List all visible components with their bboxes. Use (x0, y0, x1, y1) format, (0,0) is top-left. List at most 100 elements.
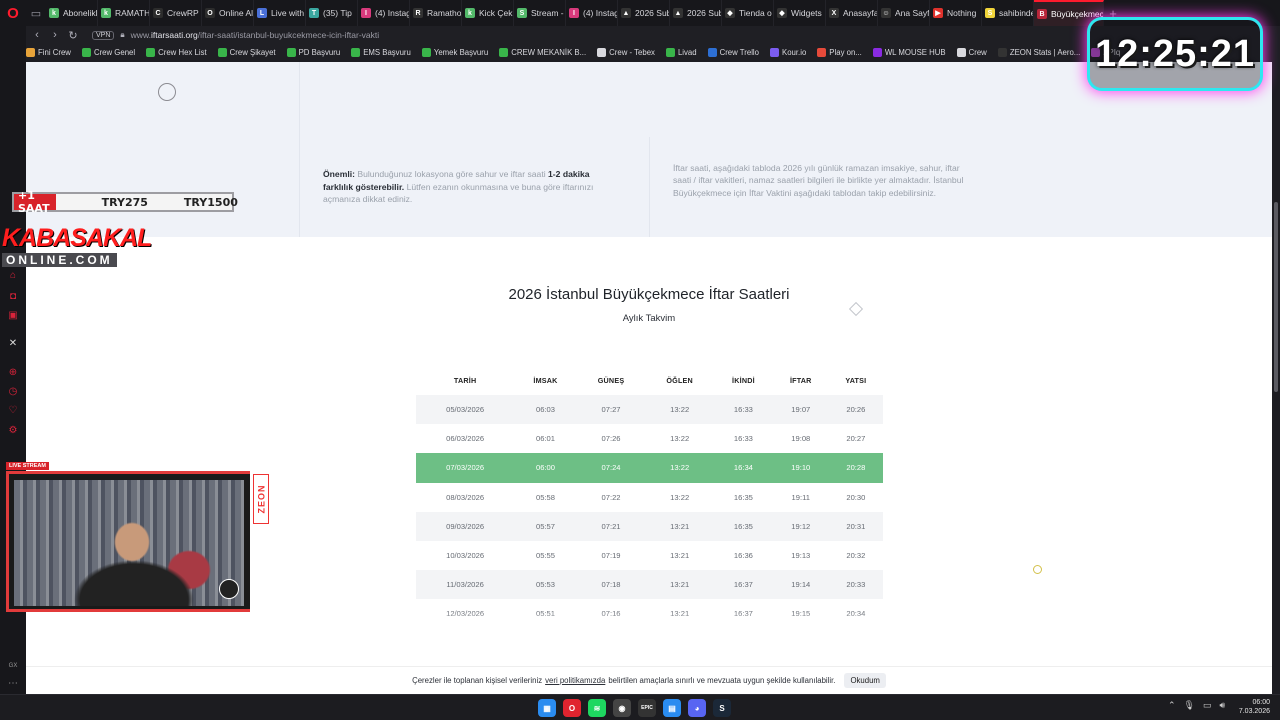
bookmark-label: Kour.io (782, 47, 807, 57)
table-cell: 06/03/2026 (446, 434, 485, 444)
url-domain: iftarsaati.org (150, 30, 198, 40)
settings-icon[interactable]: ⚙ (7, 425, 19, 437)
description-text: İftar saati, aşağıdaki tabloda 2026 yılı… (673, 163, 964, 198)
add-icon[interactable]: ⊕ (7, 367, 19, 379)
table-cell: 05:57 (514, 511, 577, 541)
bookmark-item[interactable]: ZEON Stats | Aero... (997, 47, 1080, 57)
browser-tab[interactable]: L Live with (254, 0, 306, 26)
bookmark-label: Crew (968, 47, 987, 57)
browser-tab[interactable]: k Abonelikl (46, 0, 98, 26)
url-field[interactable]: www.iftarsaati.org/iftar-saati/istanbul-… (131, 30, 380, 40)
messenger-icon[interactable]: ◘ (7, 291, 19, 303)
table-cell: 11/03/2026 (416, 570, 515, 600)
more-icon[interactable]: ⋯ (7, 678, 19, 690)
history-icon[interactable]: ◷ (7, 386, 19, 398)
page-scrollbar[interactable] (1272, 62, 1280, 694)
bookmark-item[interactable]: Play on... (817, 47, 862, 57)
browser-tab[interactable]: ☺ Ana Sayfa (878, 0, 930, 26)
table-cell: 16:33 (714, 395, 773, 425)
browser-tab[interactable]: ◆ Tienda o (722, 0, 774, 26)
table-header: TARİH İMSAK GÜNEŞ ÖĞLEN İKİNDİ İFTAR YATSI (416, 365, 883, 395)
taskbar-clock[interactable]: 06:00 7.03.2026 (1236, 698, 1270, 716)
tab-favicon-icon: ◆ (777, 8, 787, 18)
taskbar-app-icon[interactable]: O (563, 699, 581, 717)
table-cell: 07:27 (576, 395, 646, 425)
network-icon[interactable]: ▭ (1203, 700, 1212, 711)
browser-tab[interactable]: R Ramatho (410, 0, 462, 26)
tab-label: Widgets (791, 8, 822, 18)
instagram-icon[interactable]: ▣ (7, 310, 19, 322)
bookmark-item[interactable]: PD Başvuru (286, 47, 340, 57)
browser-tab[interactable]: ▲ 2026 Sub (618, 0, 670, 26)
browser-tab[interactable]: X Anasayfa (826, 0, 878, 26)
table-cell: 20:30 (846, 492, 866, 502)
bookmark-item[interactable]: Crew Hex List (146, 47, 207, 57)
table-cell: 13:21 (645, 511, 714, 541)
browser-tab[interactable]: I (4) Instag (358, 0, 410, 26)
table-cell: 13:21 (670, 551, 690, 561)
home-icon[interactable]: ⌂ (7, 270, 19, 282)
browser-tab[interactable]: T (35) Tip (306, 0, 358, 26)
taskbar-app-icon[interactable]: S (713, 699, 731, 717)
lock-icon[interactable]: 🔒︎ (120, 30, 124, 40)
cookie-accept-button[interactable]: Okudum (844, 673, 886, 688)
taskbar-app-icon[interactable]: ◉ (613, 699, 631, 717)
cookie-policy-link[interactable]: veri politikamızda (545, 676, 605, 685)
bookmark-item[interactable]: Livad (665, 47, 697, 57)
heart-icon[interactable]: ♡ (7, 405, 19, 417)
browser-tab[interactable]: ▲ 2026 Sub (670, 0, 722, 26)
scrollbar-thumb[interactable] (1274, 202, 1278, 392)
table-cell: 19:10 (772, 453, 829, 483)
bookmark-label: Crew Hex List (158, 47, 207, 57)
bookmark-icon (499, 47, 509, 57)
table-cell: 16:35 (733, 492, 753, 502)
bookmark-item[interactable]: Crew (956, 47, 987, 57)
taskbar-app-icon[interactable]: EPIC (638, 699, 656, 717)
taskbar-app-icon[interactable]: ▦ (538, 699, 556, 717)
sidebar-gx-icon[interactable]: GX (7, 660, 19, 672)
bookmark-item[interactable]: Kour.io (770, 47, 807, 57)
browser-tab[interactable]: I (4) Instag (566, 0, 618, 26)
webcam-overlay (6, 471, 250, 612)
taskbar-app-icon[interactable]: ◕ (688, 699, 706, 717)
new-tab-icon[interactable]: + (1104, 6, 1122, 21)
tab-menu-icon[interactable]: ▭ (26, 0, 46, 26)
reload-icon[interactable]: ↻ (64, 29, 82, 42)
table-cell: 13:21 (645, 570, 714, 600)
bookmark-item[interactable]: Crew - Tebex (597, 47, 655, 57)
vpn-badge[interactable]: VPN (92, 30, 115, 40)
bookmark-item[interactable]: Crew Trello (707, 47, 759, 57)
browser-tab[interactable]: k RAMATH (98, 0, 150, 26)
page-subtitle: Aylık Takvim (622, 313, 676, 324)
bookmark-item[interactable]: WL MOUSE HUB (872, 47, 946, 57)
taskbar-app-icon[interactable]: ≋ (588, 699, 606, 717)
bookmark-icon (817, 47, 827, 57)
browser-tab[interactable]: ▶ Nothing (930, 0, 982, 26)
browser-tab[interactable]: Ssahibinde (982, 0, 1034, 26)
taskbar-app-icon[interactable]: ▤ (663, 699, 681, 717)
bookmark-item[interactable]: Crew Şikayet (217, 47, 276, 57)
forward-icon[interactable]: › (46, 29, 64, 41)
browser-tab[interactable]: k Kick Çek (462, 0, 514, 26)
browser-tab[interactable]: O Online Al (202, 0, 254, 26)
tray-chevron-icon[interactable]: ⌃ (1168, 700, 1176, 711)
volume-icon[interactable]: 🔊︎ (1220, 700, 1226, 711)
microphone-icon[interactable]: 🎙︎ (1184, 700, 1195, 711)
browser-tab[interactable]: C CrewRP (150, 0, 202, 26)
back-icon[interactable]: ‹ (28, 29, 46, 41)
bookmark-icon (217, 47, 227, 57)
browser-tab[interactable]: S Stream - (514, 0, 566, 26)
bookmark-item[interactable]: EMS Başvuru (351, 47, 411, 57)
x-icon[interactable]: ✕ (7, 338, 19, 350)
bookmark-item[interactable]: Fini Crew (26, 47, 71, 57)
bookmark-label: Crew Şikayet (229, 47, 276, 57)
bookmark-item[interactable]: Crew Genel (81, 47, 135, 57)
table-cell: 07:19 (601, 551, 621, 561)
price-overlay: +1 SAAT TRY275 TRY1500 (12, 189, 238, 215)
bookmark-item[interactable]: Yemek Başvuru (421, 47, 488, 57)
bookmark-label: Livad (677, 47, 697, 57)
browser-tab[interactable]: ◆ Widgets (774, 0, 826, 26)
bookmark-item[interactable]: CREW MEKANİK B... (499, 47, 586, 57)
tab-favicon-icon: T (309, 8, 319, 18)
opera-logo-icon[interactable]: O (0, 0, 26, 26)
